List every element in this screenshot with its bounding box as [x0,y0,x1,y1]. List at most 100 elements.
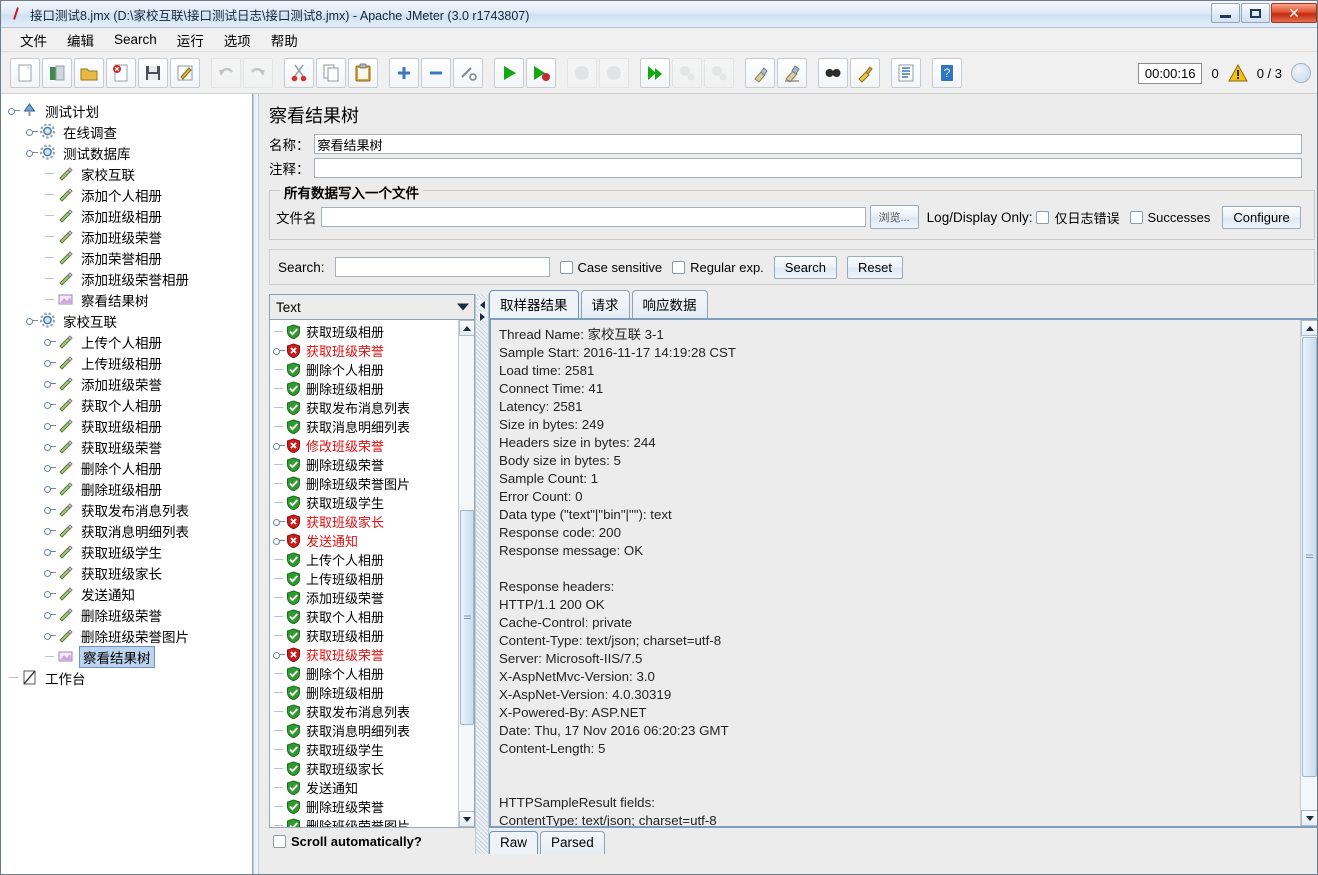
scroll-down-button[interactable] [459,811,474,827]
render-selector-combo[interactable]: Text [269,294,475,320]
tree-collapse-handle[interactable] [43,524,57,538]
chevron-down-icon[interactable] [457,303,469,311]
tree-node[interactable]: 删除班级相册 [7,478,248,499]
maximize-button[interactable] [1241,3,1270,23]
result-expand-handle[interactable] [272,515,286,529]
result-expand-handle[interactable] [272,534,286,548]
result-list-item[interactable]: 删除班级荣誉图片 [270,474,458,493]
result-list-item[interactable]: 获取消息明细列表 [270,721,458,740]
tree-node[interactable]: 家校互联 [7,163,248,184]
tree-expand-handle[interactable] [25,314,39,328]
tree-node[interactable]: 添加班级荣誉相册 [7,268,248,289]
tree-collapse-handle[interactable] [43,335,57,349]
result-expand-handle[interactable] [272,344,286,358]
tree-node[interactable]: 测试数据库 [7,142,248,163]
tree-node[interactable]: 删除班级荣誉 [7,604,248,625]
tree-collapse-handle[interactable] [43,482,57,496]
tab-parsed[interactable]: Parsed [540,831,605,854]
sampler-result-scrollbar[interactable] [1300,320,1317,826]
save-as-icon[interactable] [170,57,200,88]
scrollbar-thumb[interactable] [460,510,474,725]
remote-shutdown-icon[interactable] [704,57,734,88]
case-sensitive-checkbox[interactable]: Case sensitive [559,260,662,275]
result-list-item[interactable]: 获取班级相册 [270,626,458,645]
tab-request[interactable]: 请求 [580,290,630,318]
close-icon[interactable] [106,57,136,88]
minimize-button[interactable] [1211,3,1240,23]
result-list-item[interactable]: 删除个人相册 [270,360,458,379]
regular-exp-checkbox[interactable]: Regular exp. [672,260,764,275]
tab-raw[interactable]: Raw [489,831,539,854]
tree-collapse-handle[interactable] [43,587,57,601]
tree-node[interactable]: 获取班级家长 [7,562,248,583]
stop-icon[interactable] [567,57,597,88]
result-list-item[interactable]: 获取发布消息列表 [270,702,458,721]
tab-sampler-result[interactable]: 取样器结果 [489,290,579,318]
tree-node[interactable]: 获取消息明细列表 [7,520,248,541]
result-list-item[interactable]: 删除班级相册 [270,683,458,702]
tree-expand-handle[interactable] [25,146,39,160]
errors-only-checkbox[interactable]: 仅日志错误 [1036,208,1120,227]
search-button[interactable]: Search [773,255,837,279]
tree-collapse-handle[interactable] [43,461,57,475]
result-list-item[interactable]: 发送通知 [270,778,458,797]
paste-icon[interactable] [348,57,378,88]
tree-collapse-handle[interactable] [43,398,57,412]
checkbox-icon[interactable] [559,260,573,274]
result-list-item[interactable]: 获取发布消息列表 [270,398,458,417]
help-icon[interactable]: ? [932,57,962,88]
clear-all-icon[interactable] [777,57,807,88]
search-input[interactable] [334,257,550,277]
checkbox-icon[interactable] [1129,210,1143,224]
menu-help[interactable]: 帮助 [262,28,307,52]
undo-icon[interactable] [211,57,241,88]
scroll-automatically-checkbox[interactable]: Scroll automatically? [273,834,422,849]
remote-start-icon[interactable] [640,57,670,88]
result-list-item[interactable]: 获取个人相册 [270,607,458,626]
save-icon[interactable] [138,57,168,88]
splitter-collapse-left-icon[interactable] [478,300,487,309]
menu-search[interactable]: Search [105,30,166,49]
result-list-item[interactable]: 获取班级家长 [270,759,458,778]
tree-collapse-handle[interactable] [25,125,39,139]
collapse-icon[interactable] [421,57,451,88]
scrollbar-thumb[interactable] [1302,337,1317,777]
scroll-up-button[interactable] [1301,320,1317,336]
tree-collapse-handle[interactable] [43,356,57,370]
new-icon[interactable] [10,57,40,88]
cut-icon[interactable] [284,57,314,88]
result-list-item[interactable]: 上传个人相册 [270,550,458,569]
redo-icon[interactable] [243,57,273,88]
close-button[interactable]: ✕ [1271,3,1317,23]
menu-options[interactable]: 选项 [215,28,260,52]
name-input[interactable] [313,134,1302,154]
tree-expand-handle[interactable] [7,104,21,118]
menu-file[interactable]: 文件 [11,28,56,52]
shutdown-icon[interactable] [599,57,629,88]
result-list-item[interactable]: 发送通知 [270,531,458,550]
result-list-item[interactable]: 修改班级荣誉 [270,436,458,455]
result-list-item[interactable]: 删除个人相册 [270,664,458,683]
tree-collapse-handle[interactable] [43,545,57,559]
warning-icon[interactable] [1227,64,1248,82]
tree-node[interactable]: 上传班级相册 [7,352,248,373]
menu-run[interactable]: 运行 [168,28,213,52]
tree-collapse-handle[interactable] [43,440,57,454]
result-list-item[interactable]: 删除班级荣誉 [270,797,458,816]
checkbox-icon[interactable] [1036,210,1050,224]
tree-node[interactable]: 删除个人相册 [7,457,248,478]
result-expand-handle[interactable] [272,648,286,662]
result-list-item[interactable]: 删除班级相册 [270,379,458,398]
result-list-item[interactable]: 获取班级相册 [270,322,458,341]
results-scrollbar[interactable] [458,320,474,827]
clear-icon[interactable] [745,57,775,88]
copy-icon[interactable] [316,57,346,88]
remote-stop-icon[interactable] [672,57,702,88]
results-tree[interactable]: 获取班级相册 获取班级荣誉 删除个人相册 删除班级相册 获取发布消息列表 获取消息明细列表… [269,320,475,828]
start-icon[interactable] [494,57,524,88]
comment-input[interactable] [313,158,1302,178]
expand-icon[interactable] [389,57,419,88]
result-list-item[interactable]: 获取班级荣誉 [270,645,458,664]
menu-edit[interactable]: 编辑 [58,28,103,52]
test-plan-tree[interactable]: 测试计划 在线调查 测试数据库 家校互联 添加个人相册 添加班级相册 添加班级荣誉 添加荣誉相… [1,94,252,692]
